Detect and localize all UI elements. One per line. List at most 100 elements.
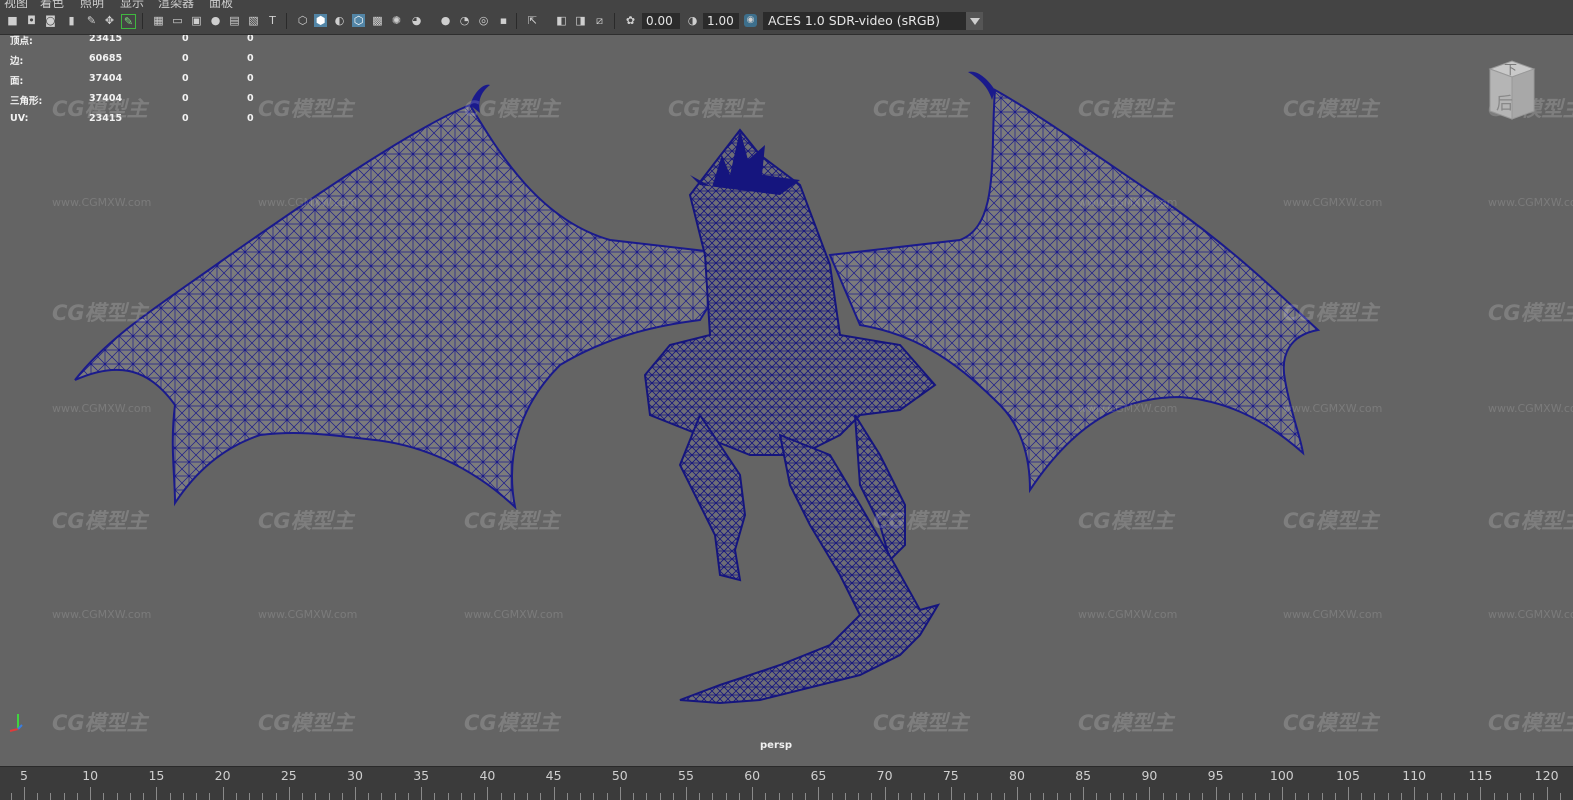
watermark-logo: CG模型主: [1283, 509, 1379, 533]
watermark-logo: CG模型主: [464, 97, 560, 121]
time-slider-tick: [1281, 787, 1283, 800]
time-slider-tick: [1546, 787, 1548, 800]
two-d-pan-icon[interactable]: ✥: [103, 14, 116, 27]
view-cube-face-label[interactable]: 后: [1496, 89, 1513, 114]
time-slider-tick-label: 35: [413, 768, 430, 783]
time-slider-tick: [355, 787, 356, 800]
time-slider-tick: [288, 787, 290, 800]
time-slider-tick-label: 25: [280, 768, 297, 783]
exposure-icon[interactable]: ✿: [624, 14, 637, 27]
menu-show[interactable]: 显示: [120, 0, 144, 8]
view-cube[interactable]: 下 后: [1482, 59, 1538, 121]
gate-mask-icon[interactable]: ●: [209, 14, 222, 27]
use-all-lights-icon[interactable]: ✺: [390, 14, 403, 27]
toolbar-separator: [142, 13, 143, 29]
watermark-url: www.CGMXW.com: [1488, 402, 1573, 415]
default-material-icon[interactable]: ◐: [333, 14, 346, 27]
time-slider-tick: [222, 787, 224, 800]
shadows-icon[interactable]: ◕: [410, 14, 423, 27]
watermark-logo: CG模型主: [873, 711, 969, 735]
watermark-logo: CG模型主: [258, 711, 354, 735]
resolution-gate-icon[interactable]: ▣: [190, 14, 203, 27]
pin-icon[interactable]: ▮: [65, 14, 78, 27]
wireframe-on-shaded-icon[interactable]: ⬡: [352, 14, 365, 27]
time-slider-tick-label: 15: [148, 768, 165, 783]
watermark-url: www.CGMXW.com: [258, 196, 358, 209]
watermark-logo: CG模型主: [464, 509, 560, 533]
time-slider-tick-label: 75: [942, 768, 959, 783]
watermark-logo: CG模型主: [1283, 301, 1379, 325]
watermark-logo: CG模型主: [52, 97, 148, 121]
time-slider-tick-label: 85: [1075, 768, 1092, 783]
depth-of-field-icon[interactable]: ▪: [497, 14, 510, 27]
watermark-logo: CG模型主: [258, 97, 354, 121]
watermark-logo: CG模型主: [873, 97, 969, 121]
time-slider-tick-label: 105: [1336, 768, 1360, 783]
time-slider-tick: [752, 787, 754, 800]
time-slider-tick: [487, 787, 489, 800]
chevron-down-icon[interactable]: [966, 12, 983, 30]
gamma-field[interactable]: 1.00: [703, 13, 739, 29]
safe-title-icon[interactable]: T: [266, 14, 279, 27]
safe-action-icon[interactable]: ▧: [247, 14, 260, 27]
toolbar-separator: [516, 13, 517, 29]
time-slider-tick: [1017, 787, 1018, 800]
time-slider-tick-label: 95: [1207, 768, 1224, 783]
xray-icon[interactable]: ◧: [555, 14, 568, 27]
time-slider-tick: [818, 787, 820, 800]
menu-view[interactable]: 视图: [4, 0, 28, 8]
wireframe-icon[interactable]: ⬡: [296, 14, 309, 27]
isolate-select-icon[interactable]: ⇱: [526, 14, 539, 27]
color-space-select[interactable]: ACES 1.0 SDR-video (sRGB): [763, 12, 983, 30]
watermark-url: www.CGMXW.com: [1488, 196, 1573, 209]
grid-icon[interactable]: ▦: [152, 14, 165, 27]
edit-pencil-icon[interactable]: ✎: [121, 14, 136, 29]
watermark-logo: CG模型主: [1488, 711, 1573, 735]
time-slider-tick-label: 65: [810, 768, 827, 783]
time-slider-tick: [686, 787, 687, 800]
watermark-logo: CG模型主: [1078, 97, 1174, 121]
watermark-logo: CG模型主: [258, 509, 354, 533]
watermark-logo: CG模型主: [1283, 711, 1379, 735]
watermark-url: www.CGMXW.com: [1283, 402, 1383, 415]
xray-joints-icon[interactable]: ◨: [574, 14, 587, 27]
exposure-field[interactable]: 0.00: [642, 13, 680, 29]
field-chart-icon[interactable]: ▤: [228, 14, 241, 27]
watermark-url: www.CGMXW.com: [1078, 196, 1178, 209]
smooth-shade-icon[interactable]: ⬢: [314, 14, 327, 27]
camera-attributes-icon[interactable]: ◘: [25, 14, 38, 27]
time-slider-tick-label: 120: [1534, 768, 1559, 783]
menu-lighting[interactable]: 照明: [80, 0, 104, 8]
watermark-url: www.CGMXW.com: [1283, 196, 1383, 209]
dragon-wireframe-model[interactable]: [0, 35, 1573, 766]
gamma-icon[interactable]: ◑: [686, 14, 699, 27]
time-slider[interactable]: 5 10 15 20 25 30 35 40 45 50 55 60 65 70 75 80 85 90 95 100…: [0, 766, 1573, 800]
motion-blur-icon[interactable]: ◔: [458, 14, 471, 27]
anti-aliasing-icon[interactable]: ◎: [477, 14, 490, 27]
viewport-persp[interactable]: 顶点: 23415 0 0 边: 60685 0 0 面: 37404 0 0 …: [0, 35, 1573, 766]
time-slider-tick: [1083, 787, 1085, 800]
time-slider-tick: [1149, 787, 1151, 800]
bookmark-icon[interactable]: ◙: [44, 14, 57, 27]
view-cube-top-label[interactable]: 下: [1504, 59, 1517, 78]
time-slider-tick: [1348, 787, 1349, 800]
time-slider-tick: [24, 787, 25, 800]
time-slider-tick: [156, 787, 158, 800]
color-management-icon[interactable]: ◉: [744, 14, 757, 27]
camera-icon[interactable]: ■: [6, 14, 19, 27]
menu-shading[interactable]: 着色: [40, 0, 64, 8]
xray-active-icon[interactable]: ⧄: [593, 14, 606, 27]
watermark-logo: CG模型主: [464, 711, 560, 735]
time-slider-tick-label: 45: [545, 768, 562, 783]
menu-renderer[interactable]: 渲染器: [158, 0, 194, 8]
menu-panels[interactable]: 面板: [209, 0, 233, 8]
watermark-logo: CG模型主: [1078, 711, 1174, 735]
watermark-url: www.CGMXW.com: [464, 608, 564, 621]
time-slider-tick-label: 70: [876, 768, 893, 783]
grease-pencil-icon[interactable]: ✎: [85, 14, 98, 27]
watermark-logo: CG模型主: [52, 711, 148, 735]
ambient-occlusion-icon[interactable]: ●: [439, 14, 452, 27]
textured-icon[interactable]: ▩: [371, 14, 384, 27]
time-slider-tick: [1215, 787, 1217, 800]
film-gate-icon[interactable]: ▭: [171, 14, 184, 27]
